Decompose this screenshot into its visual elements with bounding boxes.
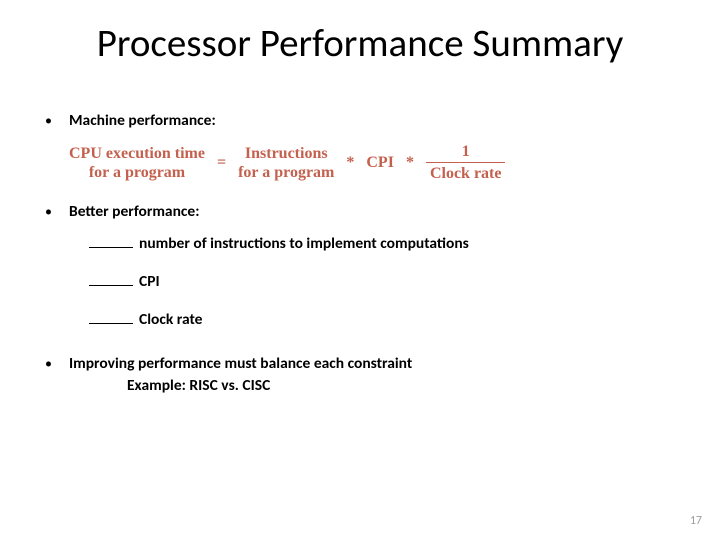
blank-item-clockrate: Clock rate bbox=[89, 309, 690, 329]
bullet-improving-performance: • Improving performance must balance eac… bbox=[45, 353, 690, 397]
eq-term1-line2: for a program bbox=[238, 163, 334, 182]
eq-lhs: CPU execution time for a program bbox=[69, 144, 205, 182]
blank-label: CPI bbox=[139, 272, 160, 291]
eq-star1: * bbox=[334, 154, 366, 172]
eq-star2: * bbox=[394, 154, 426, 172]
cpu-time-equation: CPU execution time for a program = Instr… bbox=[69, 142, 690, 183]
blank-label: Clock rate bbox=[139, 310, 202, 329]
bullet-text: Machine performance: bbox=[69, 110, 216, 132]
page-number: 17 bbox=[690, 514, 702, 528]
blank-list: number of instructions to implement comp… bbox=[89, 233, 690, 329]
bullet-text: Improving performance must balance each … bbox=[69, 353, 412, 375]
slide: Processor Performance Summary • Machine … bbox=[0, 0, 720, 540]
blank-line bbox=[89, 271, 133, 286]
blank-item-instructions: number of instructions to implement comp… bbox=[89, 233, 690, 253]
blank-line bbox=[89, 233, 133, 248]
eq-term-clockrate-frac: 1 Clock rate bbox=[426, 142, 506, 183]
blank-label: number of instructions to implement comp… bbox=[139, 234, 469, 253]
eq-term-instructions: Instructions for a program bbox=[238, 144, 334, 182]
bullet-dot-icon: • bbox=[45, 353, 69, 375]
eq-term-cpi: CPI bbox=[366, 153, 394, 172]
blank-line bbox=[89, 309, 133, 324]
eq-frac-num: 1 bbox=[458, 142, 474, 162]
eq-lhs-line1: CPU execution time bbox=[69, 144, 205, 163]
eq-equals: = bbox=[205, 154, 238, 172]
eq-frac-den: Clock rate bbox=[426, 162, 506, 183]
bullet-text: Better performance: bbox=[69, 201, 199, 223]
bullet-machine-performance: • Machine performance: bbox=[45, 110, 690, 132]
bullet-dot-icon: • bbox=[45, 201, 69, 223]
eq-lhs-line2: for a program bbox=[69, 163, 205, 182]
slide-title: Processor Performance Summary bbox=[0, 20, 720, 67]
bullet-dot-icon: • bbox=[45, 110, 69, 132]
bullet-sub-text: Example: RISC vs. CISC bbox=[127, 375, 412, 397]
eq-term1-line1: Instructions bbox=[238, 144, 334, 163]
blank-item-cpi: CPI bbox=[89, 271, 690, 291]
slide-body: • Machine performance: CPU execution tim… bbox=[45, 110, 690, 405]
bullet-better-performance: • Better performance: bbox=[45, 201, 690, 223]
